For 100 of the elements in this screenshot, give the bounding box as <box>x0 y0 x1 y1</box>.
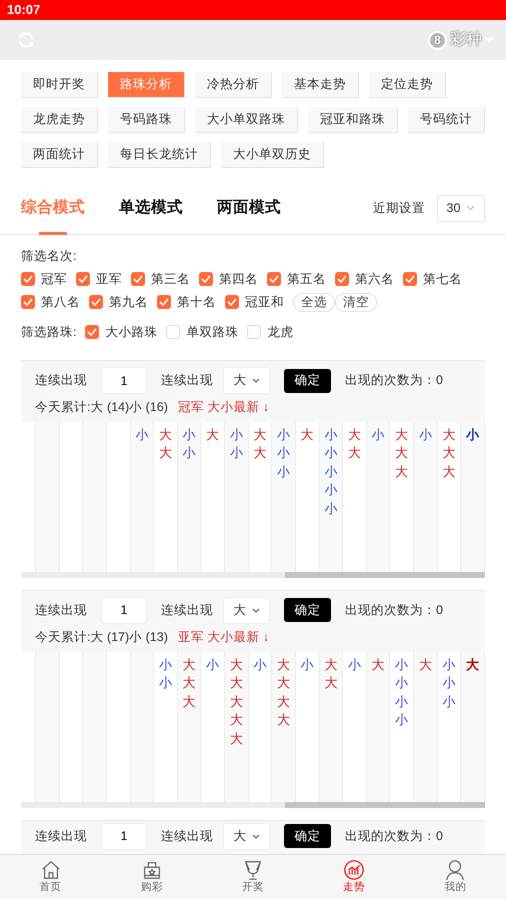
menu-button[interactable]: 大小单双路珠 <box>195 107 298 133</box>
confirm-button[interactable]: 确定 <box>284 368 331 392</box>
type-select[interactable]: 大 <box>223 822 270 850</box>
streak-label: 连续出现 <box>35 372 87 390</box>
road-mark: 大 <box>395 462 408 481</box>
road-mark: 小 <box>230 444 243 462</box>
checkbox[interactable] <box>267 272 281 286</box>
filter-label: 筛选路珠: <box>21 324 76 341</box>
mode-tab[interactable]: 单选模式 <box>119 182 183 234</box>
road-mark: 大 <box>348 426 361 444</box>
menu-button[interactable]: 即时开奖 <box>21 72 98 98</box>
road-mark: 大 <box>466 656 480 674</box>
checkbox[interactable] <box>157 295 171 309</box>
menu-button[interactable]: 冷热分析 <box>195 72 272 98</box>
result-text: 出现的次数为：0 <box>345 828 443 845</box>
road-mark: 小 <box>158 656 172 674</box>
menu-button[interactable]: 号码统计 <box>408 107 485 133</box>
streak-label: 连续出现 <box>35 828 87 845</box>
road-mark: 小 <box>466 426 480 444</box>
filter-label: 筛选名次: <box>21 248 78 265</box>
checkbox-label: 第五名 <box>287 270 326 288</box>
road-mark: 大 <box>230 656 243 674</box>
chevron-icon <box>252 608 260 613</box>
road-mark: 大 <box>182 656 196 674</box>
checkbox[interactable] <box>21 295 35 309</box>
road-mark: 大 <box>230 674 243 692</box>
road-mark: 小 <box>418 426 432 444</box>
road-mark: 小 <box>442 656 456 674</box>
road-mark: 大 <box>418 656 432 674</box>
nav-item[interactable]: 首页 <box>0 855 102 899</box>
period-select[interactable]: 30 <box>437 194 485 222</box>
road-mark: 大 <box>253 444 266 462</box>
checkbox-label: 冠军 <box>41 270 67 288</box>
count-field[interactable]: 1 <box>101 596 147 624</box>
nav-item[interactable]: 走势 <box>304 855 405 899</box>
status-time: 10:07 <box>7 2 40 17</box>
pill-button[interactable]: 清空 <box>335 292 377 312</box>
type-select[interactable]: 大 <box>223 367 270 394</box>
mode-tab[interactable]: 两面模式 <box>217 182 281 234</box>
road-mark: 大 <box>442 444 456 462</box>
count-field[interactable]: 1 <box>101 367 147 394</box>
nav-item[interactable]: 我的 <box>404 855 506 899</box>
menu-button[interactable]: 定位走势 <box>369 72 446 98</box>
menu-button[interactable]: 每日长龙统计 <box>108 142 211 168</box>
latest-title: 亚军 大小最新 ↓ <box>178 628 270 646</box>
lottery-selector[interactable]: 彩种 <box>450 28 482 52</box>
road-mark: 大 <box>182 674 196 692</box>
road-mark: 大 <box>277 656 290 674</box>
checkbox[interactable] <box>335 272 349 286</box>
road-mark: 小 <box>158 674 172 692</box>
streak-label: 连续出现 <box>161 602 213 619</box>
road-mark: 小 <box>182 444 196 462</box>
lottery-ball-icon: 8 <box>428 30 447 50</box>
road-mark: 大 <box>442 426 456 444</box>
streak-label: 连续出现 <box>35 602 87 619</box>
latest-title: 冠军 大小最新 ↓ <box>178 399 270 416</box>
menu-button[interactable]: 号码路珠 <box>108 107 185 133</box>
confirm-button[interactable]: 确定 <box>284 824 331 848</box>
road-mark: 小 <box>395 674 408 692</box>
road-mark: 小 <box>300 656 314 674</box>
road-mark: 大 <box>182 692 196 710</box>
road-mark: 大 <box>230 692 243 710</box>
checkbox[interactable] <box>89 295 103 309</box>
type-select[interactable]: 大 <box>223 596 270 624</box>
pill-button[interactable]: 全选 <box>293 292 335 312</box>
checkbox-label: 第七名 <box>423 270 462 288</box>
nav-item[interactable]: 购彩 <box>101 855 202 899</box>
checkbox[interactable] <box>403 272 417 286</box>
result-text: 出现的次数为：0 <box>345 602 443 619</box>
streak-label: 连续出现 <box>161 828 213 845</box>
count-field[interactable]: 1 <box>101 822 147 850</box>
checkbox[interactable] <box>85 325 100 339</box>
checkbox[interactable] <box>21 272 35 286</box>
menu-button[interactable]: 大小单双历史 <box>221 142 324 168</box>
road-mark: 大 <box>348 444 361 462</box>
checkbox[interactable] <box>225 295 239 309</box>
road-mark: 大 <box>206 426 220 444</box>
checkbox-label: 第四名 <box>219 270 258 288</box>
checkbox-label: 第九名 <box>109 294 148 311</box>
road-mark: 小 <box>395 711 408 729</box>
checkbox-label: 第八名 <box>41 294 80 311</box>
road-mark: 大 <box>253 426 266 444</box>
checkbox[interactable] <box>199 272 213 286</box>
summary-text: 今天累计:大 (17)小 (13) <box>35 628 168 646</box>
menu-button[interactable]: 冠亚和路珠 <box>308 107 398 133</box>
checkbox[interactable] <box>76 272 90 286</box>
checkbox-label: 大小路珠 <box>105 324 158 341</box>
menu-button[interactable]: 两面统计 <box>21 142 98 168</box>
nav-item[interactable]: 开奖 <box>202 855 304 899</box>
road-mark: 大 <box>442 462 456 481</box>
road-mark: 小 <box>442 674 456 692</box>
result-text: 出现的次数为：0 <box>345 372 443 390</box>
checkbox[interactable] <box>131 272 145 286</box>
road-mark: 小 <box>277 426 290 444</box>
menu-button[interactable]: 龙虎走势 <box>21 107 98 133</box>
confirm-button[interactable]: 确定 <box>284 598 331 622</box>
road-mark: 小 <box>324 500 338 518</box>
menu-button[interactable]: 基本走势 <box>282 72 359 98</box>
road-mark: 大 <box>158 426 172 444</box>
road-mark: 大 <box>230 730 243 748</box>
